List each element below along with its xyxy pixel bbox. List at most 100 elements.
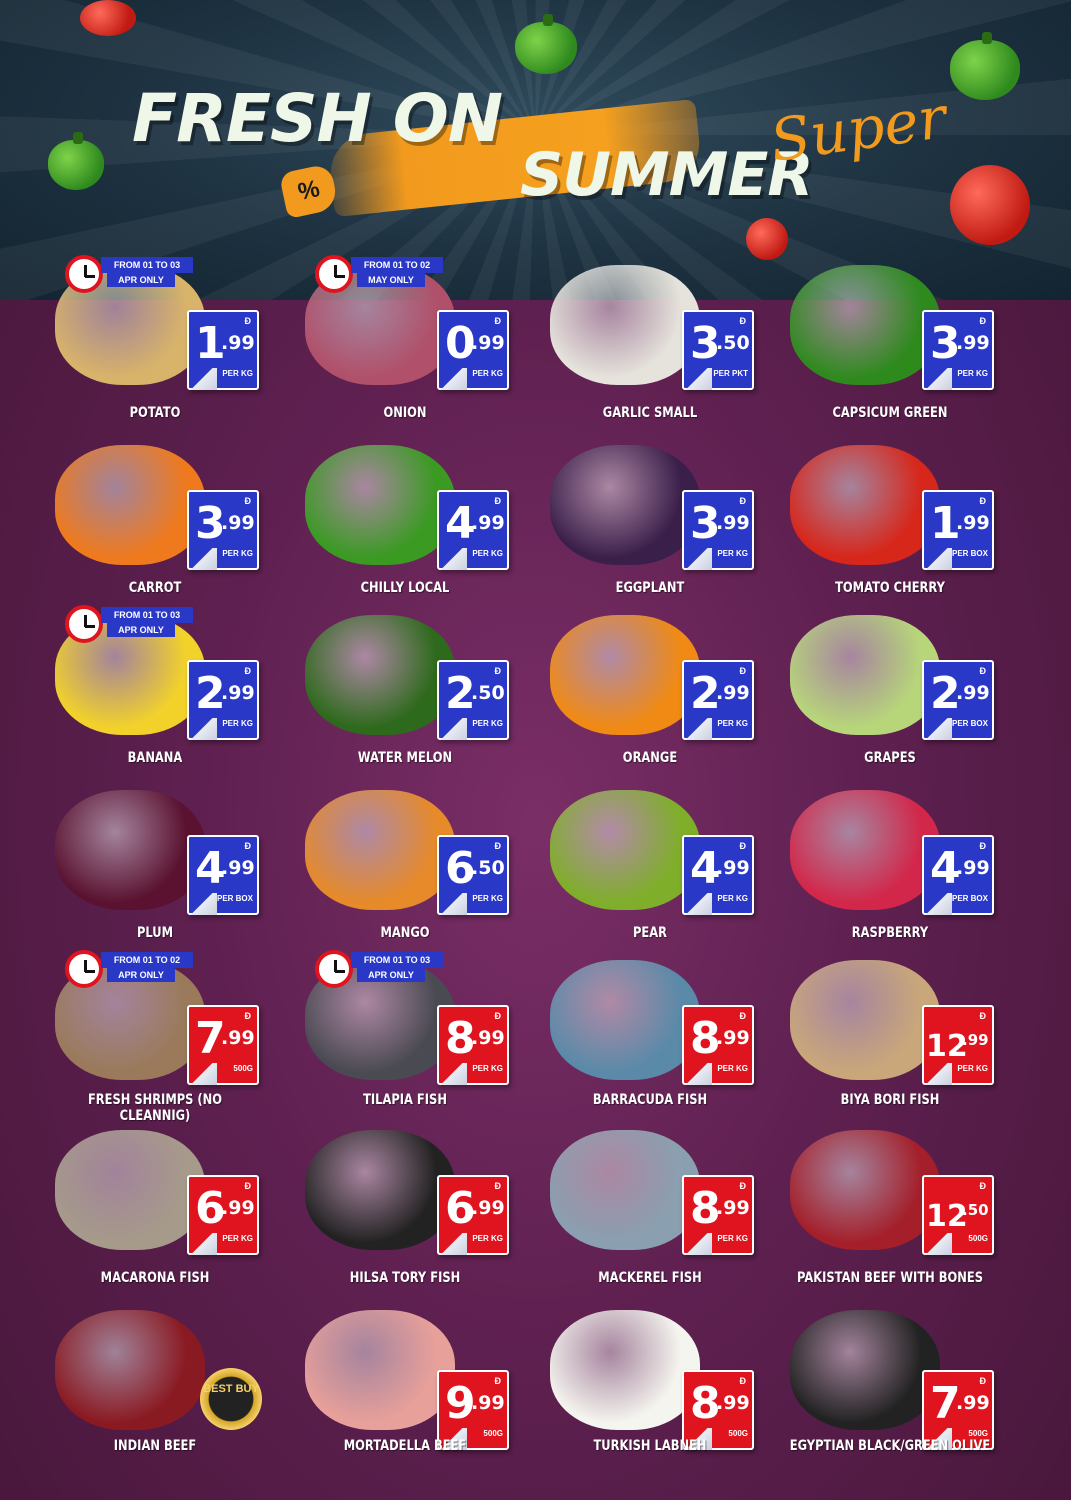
product-name: ORANGE (622, 750, 678, 766)
product-name: RASPBERRY (851, 925, 929, 941)
currency-symbol: Ð (494, 1181, 502, 1191)
price-tag: Ð 2.50 PER KG (437, 660, 509, 740)
title-line-1: FRESH ON (132, 80, 503, 157)
currency-symbol: Ð (244, 666, 252, 676)
product-card: Ð 8.99 PER KG TILAPIA FISH FROM 01 TO 03 APR … (285, 950, 535, 1120)
price-decimal: .99 (221, 332, 255, 354)
price-tag: Ð 8.99 PER KG (682, 1005, 754, 1085)
currency-symbol: Ð (979, 841, 987, 851)
promo-dates: FROM 01 TO 03 (101, 257, 193, 273)
plum-icon (55, 790, 205, 910)
price-decimal: .99 (956, 332, 990, 354)
price-decimal: .99 (956, 857, 990, 879)
price-decimal: .99 (221, 1027, 255, 1049)
currency-symbol: Ð (979, 1376, 987, 1386)
mango-icon (305, 790, 455, 910)
garlic-icon (550, 265, 700, 385)
currency-symbol: Ð (979, 496, 987, 506)
price-decimal: .50 (962, 1201, 989, 1219)
carrot-icon (55, 445, 205, 565)
product-name: CHILLY LOCAL (360, 580, 450, 596)
chilly-icon (305, 445, 455, 565)
promo-month: MAY ONLY (357, 273, 425, 287)
product-name: PLUM (136, 925, 174, 941)
product-name: GARLIC SMALL (602, 405, 698, 421)
product-card: Ð 8.99 PER KG BARRACUDA FISH (530, 950, 780, 1120)
promo-dates: FROM 01 TO 02 (101, 952, 193, 968)
price-tag: Ð 6.99 PER KG (187, 1175, 259, 1255)
clock-icon (315, 255, 353, 293)
clock-icon (65, 255, 103, 293)
price-decimal: .99 (221, 682, 255, 704)
price-tag: Ð 1.99 PER KG (187, 310, 259, 390)
pepper-icon (515, 14, 577, 74)
currency-symbol: Ð (979, 1181, 987, 1191)
product-card: Ð 8.99 PER KG MACKEREL FISH (530, 1120, 780, 1290)
tomato-cherry-icon (790, 445, 940, 565)
price-tag: Ð 8.99 PER KG (682, 1175, 754, 1255)
currency-symbol: Ð (244, 496, 252, 506)
promo-month: APR ONLY (357, 968, 425, 982)
raspberry-icon (790, 790, 940, 910)
indian-beef-icon (55, 1310, 205, 1430)
currency-symbol: Ð (494, 1011, 502, 1021)
price-decimal: .50 (471, 857, 505, 879)
product-card: Ð 7.99 500G EGYPTIAN BLACK/GREEN OLIVE (770, 1300, 1020, 1470)
product-card: Ð 4.99 PER KG PEAR (530, 780, 780, 950)
olive-icon (790, 1310, 940, 1430)
price-tag: Ð 2.99 PER BOX (922, 660, 994, 740)
promo-month: APR ONLY (107, 623, 175, 637)
price-decimal: .99 (221, 857, 255, 879)
price-tag: Ð 3.99 PER KG (682, 490, 754, 570)
tomato-icon (80, 0, 136, 36)
price-decimal: .99 (716, 1197, 750, 1219)
currency-symbol: Ð (739, 1011, 747, 1021)
price-tag: Ð 6.50 PER KG (437, 835, 509, 915)
product-name: CAPSICUM GREEN (832, 405, 948, 421)
price-decimal: .99 (716, 512, 750, 534)
product-card: Ð 12.50 500G PAKISTAN BEEF WITH BONES (770, 1120, 1020, 1290)
price-tag: Ð 2.99 PER KG (187, 660, 259, 740)
pear-icon (550, 790, 700, 910)
product-card: Ð 0.99 PER KG ONION FROM 01 TO 02 MAY ONLY (285, 255, 535, 425)
price-decimal: .99 (471, 1027, 505, 1049)
price-tag: Ð 1.99 PER BOX (922, 490, 994, 570)
price-decimal: .99 (956, 512, 990, 534)
product-card: Ð 2.99 PER BOX GRAPES (770, 605, 1020, 775)
product-card: Ð 7.99 500G FRESH SHRIMPS (NO CLEANNIG) FROM… (35, 950, 285, 1124)
product-name: ONION (383, 405, 427, 421)
clock-icon (65, 605, 103, 643)
currency-symbol: Ð (244, 1181, 252, 1191)
product-name: POTATO (129, 405, 181, 421)
currency-symbol: Ð (739, 666, 747, 676)
product-name: GRAPES (864, 750, 916, 766)
product-name: TILAPIA FISH (363, 1092, 447, 1108)
price-decimal: .99 (716, 1027, 750, 1049)
product-card: Ð 6.50 PER KG MANGO (285, 780, 535, 950)
currency-symbol: Ð (494, 841, 502, 851)
tomato-icon (950, 165, 1030, 245)
currency-symbol: Ð (979, 316, 987, 326)
mackerel-icon (550, 1130, 700, 1250)
price-decimal: .99 (962, 1031, 989, 1049)
price-tag: Ð 3.50 PER PKT (682, 310, 754, 390)
product-name: MACARONA FISH (100, 1270, 210, 1286)
product-card: Ð 6.99 PER KG HILSA TORY FISH (285, 1120, 535, 1290)
product-card: Ð 8.99 500G TURKISH LABNEH (530, 1300, 780, 1470)
biya-bori-icon (790, 960, 940, 1080)
price-tag: Ð 4.99 PER KG (437, 490, 509, 570)
clock-icon (65, 950, 103, 988)
currency-symbol: Ð (244, 1011, 252, 1021)
price-decimal: .50 (716, 332, 750, 354)
price-decimal: .99 (471, 512, 505, 534)
price-decimal: .99 (221, 512, 255, 534)
price-tag: Ð 0.99 PER KG (437, 310, 509, 390)
price-tag: Ð 4.99 PER KG (682, 835, 754, 915)
product-name: CARROT (128, 580, 182, 596)
clock-icon (315, 950, 353, 988)
labneh-icon (550, 1310, 700, 1430)
price-tag: Ð 3.99 PER KG (922, 310, 994, 390)
product-name: EGGPLANT (615, 580, 685, 596)
price-decimal: .99 (471, 1392, 505, 1414)
currency-symbol: Ð (739, 316, 747, 326)
